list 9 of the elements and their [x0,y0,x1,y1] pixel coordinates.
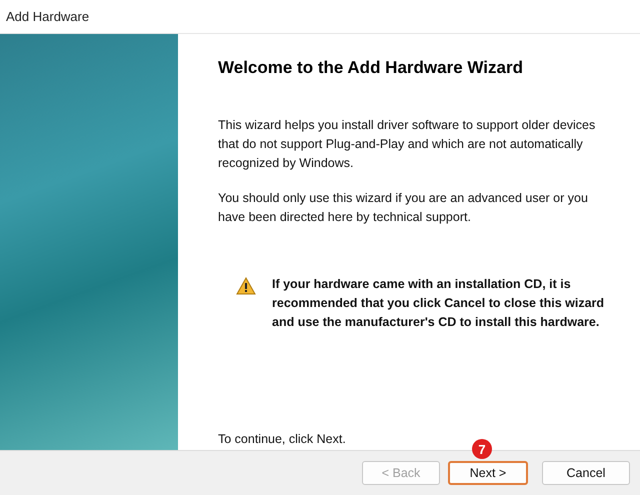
window-title: Add Hardware [6,9,90,24]
step-number-badge: 7 [472,439,492,459]
wizard-heading: Welcome to the Add Hardware Wizard [218,58,524,78]
warning-text: If your hardware came with an installation CD, it is recommended that you click Cancel to close this wizard and use the manufacturer's CD to install this hardware. [272,276,606,331]
intro-paragraph: This wizard helps you install driver software to support older devices that do not support Plug-and-Play and which are not automatically recognized by Windows. [218,117,596,172]
warning-icon [236,277,256,295]
cancel-button[interactable]: Cancel [542,461,630,485]
continue-hint: To continue, click Next. [218,432,347,446]
intro-paragraph: You should only use this wizard if you are an advanced user or you have been directed here by technical support. [218,190,589,226]
